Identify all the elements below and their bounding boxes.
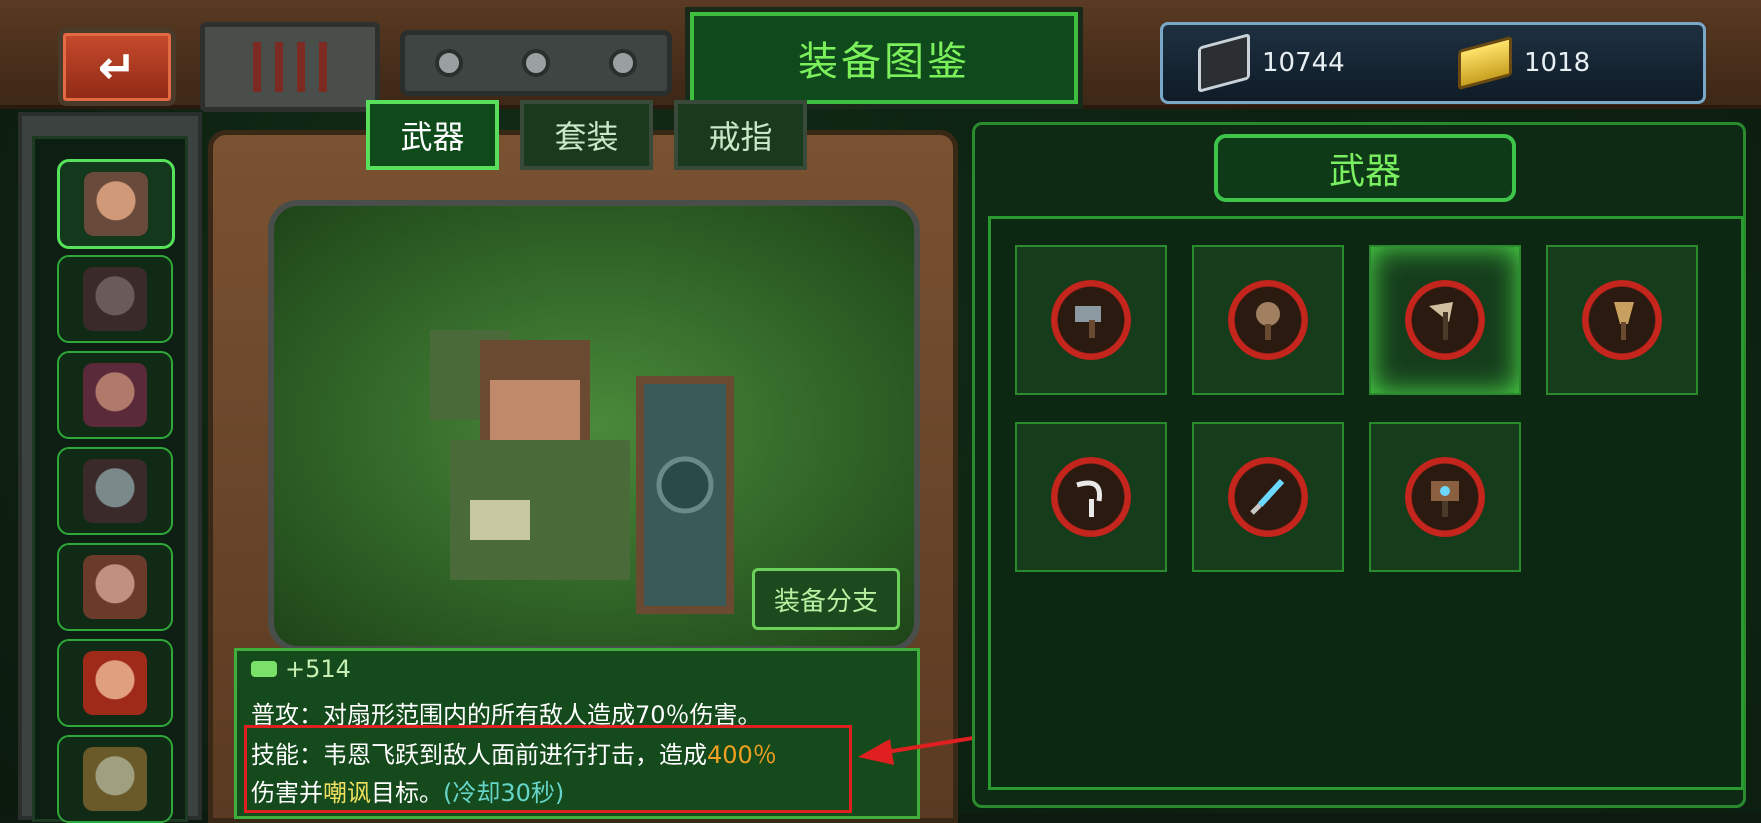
weapon-slot-3[interactable] xyxy=(1369,245,1521,395)
weapon-slot-1[interactable] xyxy=(1015,245,1167,395)
sickle-icon xyxy=(1051,457,1131,537)
hero-portrait xyxy=(83,555,147,619)
hero-slot-4[interactable] xyxy=(57,447,173,535)
tab-sets[interactable]: 套装 xyxy=(520,100,653,170)
hero-portrait xyxy=(83,459,147,523)
tab-rings[interactable]: 戒指 xyxy=(674,100,807,170)
back-arrow-icon: ↵ xyxy=(97,40,137,94)
hero-list[interactable] xyxy=(32,136,188,823)
weapon-slot-5[interactable] xyxy=(1015,422,1167,572)
gold-value: 1018 xyxy=(1524,48,1591,78)
weapon-slot-4[interactable] xyxy=(1546,245,1698,395)
back-button[interactable]: ↵ xyxy=(58,28,176,106)
hero-slot-7[interactable] xyxy=(57,735,173,823)
chip-value: 10744 xyxy=(1262,48,1345,78)
weapon-slot-2[interactable] xyxy=(1192,245,1344,395)
hero-slot-1[interactable] xyxy=(57,159,175,249)
annotation-highlight-box xyxy=(244,725,852,813)
bolt-panel xyxy=(400,30,672,96)
gold-bar-icon xyxy=(1458,35,1512,91)
spiked-mace-icon xyxy=(1228,280,1308,360)
hero-portrait xyxy=(83,651,147,715)
weapon-catalog-title: 武器 xyxy=(1214,134,1516,202)
currency-bar: 10744 1018 xyxy=(1160,22,1706,104)
hero-portrait xyxy=(83,747,147,811)
equipment-branch-button[interactable]: 装备分支 xyxy=(752,568,900,630)
hero-character-art xyxy=(430,330,734,614)
laser-sword-icon xyxy=(1228,457,1308,537)
chip-icon xyxy=(1198,33,1250,93)
mech-hammer-icon xyxy=(1051,280,1131,360)
grill-panel xyxy=(200,22,380,112)
hero-slot-3[interactable] xyxy=(57,351,173,439)
attack-stat-icon xyxy=(251,661,277,677)
tab-weapons[interactable]: 武器 xyxy=(366,100,499,170)
hero-list-frame xyxy=(18,112,202,823)
hero-portrait xyxy=(83,363,147,427)
hero-slot-2[interactable] xyxy=(57,255,173,343)
page-title: 装备图鉴 xyxy=(690,12,1078,104)
hero-slot-5[interactable] xyxy=(57,543,173,631)
hero-portrait xyxy=(83,267,147,331)
hero-slot-6[interactable] xyxy=(57,639,173,727)
broom-mace-icon xyxy=(1582,280,1662,360)
chip-currency: 10744 xyxy=(1198,33,1345,93)
weapon-slot-6[interactable] xyxy=(1192,422,1344,572)
stat-value: +514 xyxy=(285,655,351,683)
stat-line: +514 xyxy=(251,655,351,683)
gold-currency: 1018 xyxy=(1458,35,1591,91)
hero-portrait xyxy=(84,172,148,236)
tech-hammer-icon xyxy=(1405,457,1485,537)
battle-axe-icon xyxy=(1405,280,1485,360)
weapon-slot-7[interactable] xyxy=(1369,422,1521,572)
